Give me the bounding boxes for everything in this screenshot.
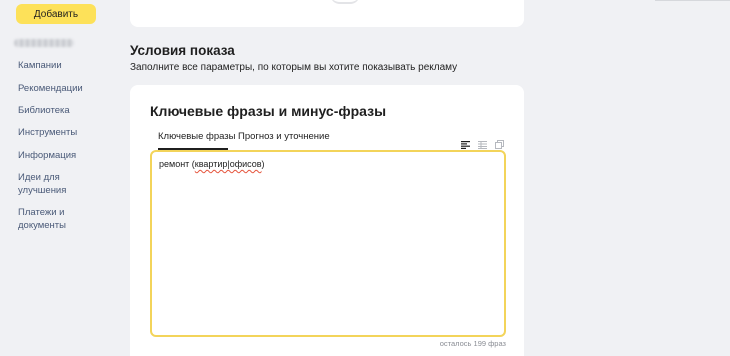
sidebar-item-campaigns[interactable]: Кампании — [18, 60, 62, 73]
section-subtitle: Заполните все параметры, по которым вы х… — [130, 62, 458, 73]
sidebar-item-information[interactable]: Информация — [18, 150, 76, 163]
page: Добавить Кампании Рекомендации Библиотек… — [0, 0, 730, 356]
keywords-card: Ключевые фразы и минус-фразы Ключевые фр… — [130, 85, 524, 356]
divider — [655, 0, 730, 1]
tab-keywords[interactable]: Ключевые фразы — [158, 131, 235, 148]
card-decoration — [330, 0, 360, 4]
section-title: Условия показа — [130, 43, 235, 58]
keywords-textarea[interactable]: ремонт (квартир|офисов) — [150, 150, 506, 337]
sidebar-item-recommendations[interactable]: Рекомендации — [18, 83, 83, 96]
sidebar-item-library[interactable]: Библиотека — [18, 105, 70, 118]
add-button[interactable]: Добавить — [16, 4, 96, 24]
sidebar-item-ideas[interactable]: Идеи для улучшения — [18, 172, 78, 197]
view-toolbar — [461, 136, 504, 149]
sidebar: Добавить Кампании Рекомендации Библиотек… — [0, 0, 112, 356]
sidebar-item-payments[interactable]: Платежи и документы — [18, 207, 78, 232]
blurred-account-name[interactable] — [14, 39, 74, 47]
tab-forecast[interactable]: Прогноз и уточнение — [238, 131, 330, 148]
sidebar-item-tools[interactable]: Инструменты — [18, 127, 77, 140]
remaining-phrases-counter: осталось 199 фраз — [439, 339, 506, 348]
table-view-icon[interactable] — [478, 136, 487, 149]
copy-icon[interactable] — [495, 136, 504, 149]
previous-section-card — [130, 0, 524, 27]
list-view-icon[interactable] — [461, 136, 470, 149]
keywords-text: ремонт (квартир|офисов) — [159, 159, 265, 169]
card-title: Ключевые фразы и минус-фразы — [150, 103, 387, 119]
